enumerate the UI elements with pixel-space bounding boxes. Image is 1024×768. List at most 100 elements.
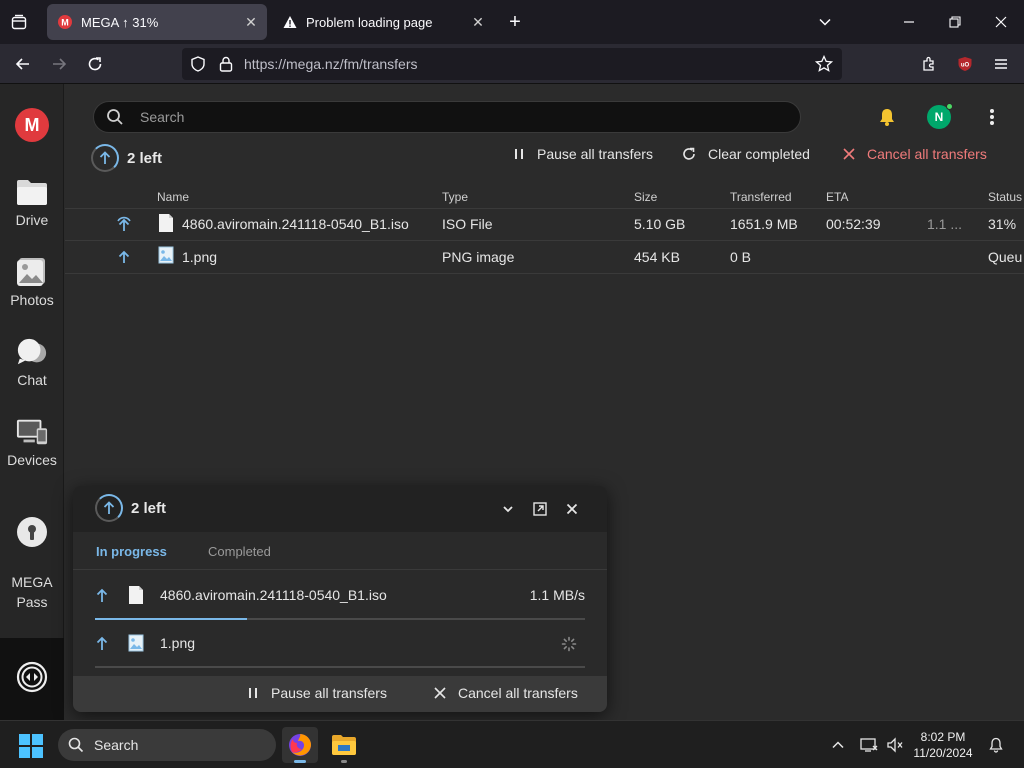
file-name: 4860.aviromain.241118-0540_B1.iso (182, 216, 409, 232)
notification-bell-icon[interactable] (984, 733, 1008, 757)
image-file-icon (128, 634, 144, 655)
pause-icon (513, 148, 525, 160)
pause-all-transfers-button[interactable]: Pause all transfers (247, 685, 387, 701)
shield-icon[interactable] (188, 56, 208, 72)
svg-text:uO: uO (961, 63, 970, 69)
widget-left-count: 2 left (95, 494, 166, 522)
bell-icon[interactable] (874, 104, 900, 130)
widget-header: 2 left (73, 486, 607, 532)
tab-list-icon[interactable] (6, 10, 32, 34)
browser-tab-bar: M MEGA ↑ 31% ✕ Problem loading page ✕ + (0, 0, 1024, 44)
mega-pass-icon (16, 516, 48, 548)
tab-problem-loading[interactable]: Problem loading page ✕ (272, 4, 494, 40)
running-indicator (341, 760, 347, 763)
sidebar-item-mega-pass[interactable]: MEGA Pass (0, 496, 64, 612)
file-size: 5.10 GB (634, 216, 686, 232)
file-eta: 00:52:39 (826, 216, 881, 232)
close-icon[interactable] (561, 498, 583, 520)
file-size: 454 KB (634, 249, 680, 265)
tab-in-progress[interactable]: In progress (96, 544, 167, 559)
more-options-icon[interactable] (979, 104, 1005, 130)
file-transferred: 1651.9 MB (730, 216, 798, 232)
column-header-size[interactable]: Size (634, 190, 657, 204)
sidebar-item-label: Devices (7, 452, 57, 468)
clock-time: 8:02 PM (920, 730, 966, 744)
sidebar-item-devices[interactable]: Devices (0, 416, 64, 468)
lock-icon[interactable] (216, 56, 236, 72)
pause-all-transfers-button[interactable]: Pause all transfers (513, 146, 653, 162)
widget-transfer-row[interactable]: 1.png (95, 620, 585, 668)
reload-icon[interactable] (80, 50, 110, 78)
tab-completed[interactable]: Completed (208, 544, 271, 559)
file-status: Queu (988, 249, 1023, 265)
sidebar-item-photos[interactable]: Photos (0, 256, 64, 308)
chevron-up-icon[interactable] (826, 733, 850, 757)
minimize-button[interactable] (886, 4, 932, 40)
bookmark-star-icon[interactable] (812, 55, 836, 73)
close-window-button[interactable] (978, 4, 1024, 40)
table-row[interactable]: 4860.aviromain.241118-0540_B1.iso ISO Fi… (65, 208, 1024, 241)
chevron-down-icon[interactable] (497, 498, 519, 520)
loading-spinner-icon (561, 636, 577, 655)
expand-icon[interactable] (529, 498, 551, 520)
widget-transfer-row[interactable]: 4860.aviromain.241118-0540_B1.iso 1.1 MB… (95, 572, 585, 620)
close-tab-icon[interactable]: ✕ (239, 10, 263, 34)
mega-favicon-icon: M (57, 14, 73, 30)
transfers-table-header: Name Type Size Transferred ETA Status (65, 186, 1024, 208)
upload-arrow-icon (115, 248, 133, 269)
extensions-icon[interactable] (914, 50, 944, 78)
cancel-all-transfers-button[interactable]: Cancel all transfers (843, 146, 987, 162)
file-name: 1.png (160, 635, 196, 651)
close-tab-icon[interactable]: ✕ (466, 10, 490, 34)
url-text: https://mega.nz/fm/transfers (244, 56, 418, 72)
close-icon (843, 148, 855, 160)
hamburger-menu-icon[interactable] (986, 50, 1016, 78)
restore-button[interactable] (932, 4, 978, 40)
mega-logo[interactable]: M (15, 108, 49, 142)
volume-muted-icon[interactable] (883, 733, 907, 757)
clear-completed-button[interactable]: Clear completed (682, 146, 810, 162)
forward-arrow-icon[interactable] (44, 50, 74, 78)
mega-sidebar: M Drive Photos Chat Devices MEGA Pass (0, 84, 64, 720)
file-icon (128, 585, 144, 608)
file-status: 31% (988, 216, 1017, 232)
network-icon[interactable] (857, 733, 881, 757)
column-header-type[interactable]: Type (442, 190, 468, 204)
sidebar-item-chat[interactable]: Chat (0, 336, 64, 388)
mega-app-switcher[interactable] (0, 638, 64, 720)
file-icon (158, 213, 174, 236)
photos-icon (16, 256, 48, 288)
file-transferred: 0 B (730, 249, 752, 265)
column-header-status[interactable]: Status (988, 190, 1022, 204)
file-explorer-taskbar-icon[interactable] (326, 727, 362, 763)
chevron-down-icon[interactable] (812, 10, 838, 34)
search-input[interactable] (140, 109, 740, 125)
search-bar[interactable] (93, 101, 801, 133)
column-header-transferred[interactable]: Transferred (730, 190, 792, 204)
online-status-dot (946, 103, 953, 110)
column-header-eta[interactable]: ETA (826, 190, 848, 204)
tab-mega[interactable]: M MEGA ↑ 31% ✕ (47, 4, 267, 40)
firefox-taskbar-icon[interactable] (282, 727, 318, 763)
svg-text:M: M (61, 18, 69, 28)
progress-bar (95, 666, 585, 668)
avatar[interactable]: N (927, 103, 953, 129)
file-type: ISO File (442, 216, 493, 232)
ublock-origin-icon[interactable]: uO (950, 50, 980, 78)
file-speed: 1.1 ... (927, 216, 963, 232)
browser-nav-bar: https://mega.nz/fm/transfers uO (0, 44, 1024, 84)
upload-progress-icon (91, 144, 119, 172)
cancel-all-transfers-button[interactable]: Cancel all transfers (434, 685, 578, 701)
table-row[interactable]: 1.png PNG image 454 KB 0 B Queu (65, 241, 1024, 274)
sidebar-item-drive[interactable]: Drive (0, 176, 64, 228)
taskbar-clock[interactable]: 8:02 PM 11/20/2024 (910, 729, 976, 761)
column-header-name[interactable]: Name (157, 190, 189, 204)
new-tab-button[interactable]: + (502, 10, 528, 34)
windows-start-icon[interactable] (18, 733, 44, 759)
back-arrow-icon[interactable] (8, 50, 38, 78)
sidebar-item-label: Photos (10, 292, 54, 308)
taskbar-search[interactable]: Search (58, 729, 276, 761)
widget-tabs: In progress Completed (73, 532, 607, 570)
upload-progress-icon (95, 494, 123, 522)
address-bar[interactable]: https://mega.nz/fm/transfers (182, 48, 842, 80)
